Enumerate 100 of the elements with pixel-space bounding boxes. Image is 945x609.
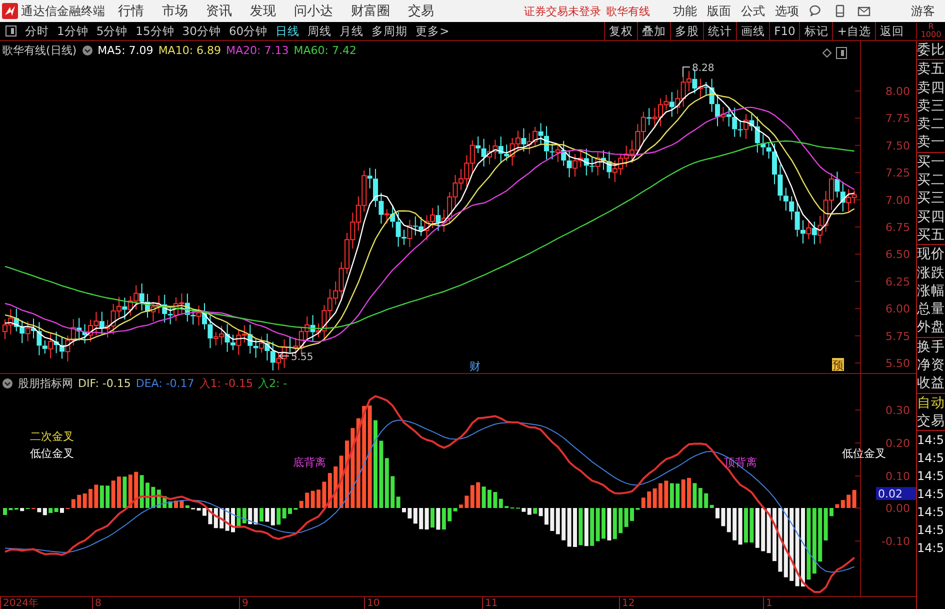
indicator-value: DEA: -0.17 <box>136 377 194 390</box>
toolbar-button[interactable]: 多股 <box>670 22 704 40</box>
quote-field-label[interactable]: 净资 <box>917 356 945 374</box>
axis-label: 9 <box>239 597 248 609</box>
menu-item[interactable]: 发现 <box>250 2 276 20</box>
quote-field-label[interactable]: 涨跌 <box>917 264 945 282</box>
axis-label: 0.20 <box>886 437 910 450</box>
current-value-badge: 0.02 <box>876 487 916 500</box>
toolbar-button[interactable]: 复权 <box>604 22 638 40</box>
signal-label: 底背离 <box>293 456 326 469</box>
quote-field-label[interactable]: 买四 <box>917 208 945 226</box>
event-marker: 预 <box>832 358 844 372</box>
menu-item[interactable]: 选项 <box>775 2 799 20</box>
toolbar-button[interactable]: 叠加 <box>637 22 670 40</box>
period-tab[interactable]: 15分钟 <box>132 24 178 38</box>
period-tab[interactable]: 分时 <box>21 24 53 38</box>
signal-label: 顶背离 <box>724 456 757 469</box>
menu-item[interactable]: 版面 <box>707 2 731 20</box>
period-tab[interactable]: 60分钟 <box>224 24 272 38</box>
indicator-name[interactable]: 股朋指标网 <box>18 376 73 391</box>
quote-field-label[interactable]: 收益 <box>917 374 945 393</box>
axis-label: 8.00 <box>886 85 910 98</box>
quote-field-label[interactable]: 涨幅 <box>917 282 945 300</box>
panel-toggle-icon <box>836 47 847 59</box>
axis-label: 0.00 <box>886 502 910 515</box>
axis-label: 6.50 <box>886 248 910 262</box>
event-marker: 财 <box>470 360 480 373</box>
period-tab[interactable]: 月线 <box>336 24 368 38</box>
quote-field-label[interactable]: 买二 <box>917 171 945 190</box>
low-price-label: 5.55 <box>291 352 314 363</box>
period-tab[interactable]: 日线 <box>272 24 304 38</box>
quote-field-label[interactable]: 委比 <box>917 41 945 60</box>
logo-icon <box>2 3 18 19</box>
menu-item[interactable]: 交易 <box>408 2 434 20</box>
user-name[interactable]: 游客 <box>911 2 935 20</box>
quote-field-label[interactable]: 卖四 <box>917 78 945 97</box>
period-tab[interactable]: 1分钟 <box>53 24 92 38</box>
quote-field-label[interactable]: 买五 <box>917 226 945 244</box>
menu-item[interactable]: 财富圈 <box>351 2 390 20</box>
toolbar-button[interactable]: 标记 <box>799 22 832 40</box>
quote-field-label[interactable]: 买一 <box>917 152 945 172</box>
quote-field-label[interactable]: 卖五 <box>917 60 945 79</box>
stock-name[interactable]: 歌华有线 <box>606 4 650 18</box>
chevron-down-icon[interactable] <box>82 45 93 56</box>
signal-label: 低位金叉 <box>30 447 74 460</box>
mail-icon[interactable] <box>857 4 871 18</box>
phone-icon[interactable] <box>833 4 847 18</box>
quote-field-label[interactable]: 总量 <box>917 300 945 318</box>
axis-label: 8 <box>92 597 102 609</box>
quote-field-label[interactable]: 卖二 <box>917 115 945 134</box>
menu-item[interactable]: 问小达 <box>294 2 333 20</box>
arrow-icon <box>278 352 290 360</box>
axis-label: 6.25 <box>886 275 910 288</box>
menu-item[interactable]: 资讯 <box>206 2 232 20</box>
period-tab[interactable]: 更多> <box>412 24 454 38</box>
leader-line <box>682 66 690 78</box>
axis-label: 1 <box>763 597 772 609</box>
menu-item[interactable]: 功能 <box>673 2 697 20</box>
period-tab[interactable]: 周线 <box>304 24 336 38</box>
badge-letter: R <box>928 23 934 31</box>
toolbar-button[interactable]: F10 <box>769 22 800 40</box>
signal-label: 二次金叉 <box>30 430 74 443</box>
menu-item[interactable]: 公式 <box>741 2 765 20</box>
side-tab[interactable]: 自动 <box>917 394 945 412</box>
axis-label: 2024年 <box>0 597 38 609</box>
trade-time: 14:5 <box>917 486 945 504</box>
trade-time: 14:5 <box>917 540 945 558</box>
quote-field-label[interactable]: 买三 <box>917 189 945 208</box>
side-tab[interactable]: 交易 <box>917 412 945 430</box>
period-tab[interactable]: 多周期 <box>368 24 412 38</box>
toolbar-button[interactable]: 统计 <box>703 22 736 40</box>
quote-field-label[interactable]: 现价 <box>917 245 945 264</box>
chat-bubble-icon[interactable] <box>809 4 823 18</box>
toolbar-button[interactable]: 画线 <box>736 22 770 40</box>
period-tab[interactable]: 5分钟 <box>92 24 132 38</box>
chevron-down-icon[interactable] <box>2 378 13 389</box>
indicator-value: MA60: 7.42 <box>294 44 356 57</box>
badge-number: 1000 <box>920 31 942 39</box>
indicator-value: MA5: 7.09 <box>98 44 154 57</box>
axis-label: 6.00 <box>886 302 910 316</box>
axis-label: 10 <box>364 597 380 609</box>
axis-label: 5.50 <box>886 357 910 370</box>
quote-field-label[interactable]: 换手 <box>917 338 945 356</box>
period-tab[interactable]: 30分钟 <box>178 24 225 38</box>
menu-item[interactable]: 行情 <box>118 2 144 20</box>
chart-title: 歌华有线(日线) <box>2 43 77 58</box>
menu-item[interactable]: 市场 <box>162 2 188 20</box>
axis-label: 7.25 <box>886 166 910 180</box>
quote-field-label[interactable]: 卖三 <box>917 96 945 116</box>
axis-label: 0.30 <box>886 404 910 417</box>
axis-label: 7.00 <box>886 194 910 207</box>
quote-field-label[interactable]: 外盘 <box>917 318 945 337</box>
axis-label: 0.10 <box>886 470 910 483</box>
indicator-value: DIF: -0.15 <box>78 377 131 390</box>
toolbar-button[interactable]: +自选 <box>832 22 875 40</box>
axis-label: 12 <box>619 597 635 609</box>
panel-toggle-icon[interactable] <box>5 25 17 37</box>
toolbar-button[interactable]: 返回 <box>875 22 908 40</box>
indicator-value: MA10: 6.89 <box>158 44 222 57</box>
quote-field-label[interactable]: 卖一 <box>917 133 945 152</box>
